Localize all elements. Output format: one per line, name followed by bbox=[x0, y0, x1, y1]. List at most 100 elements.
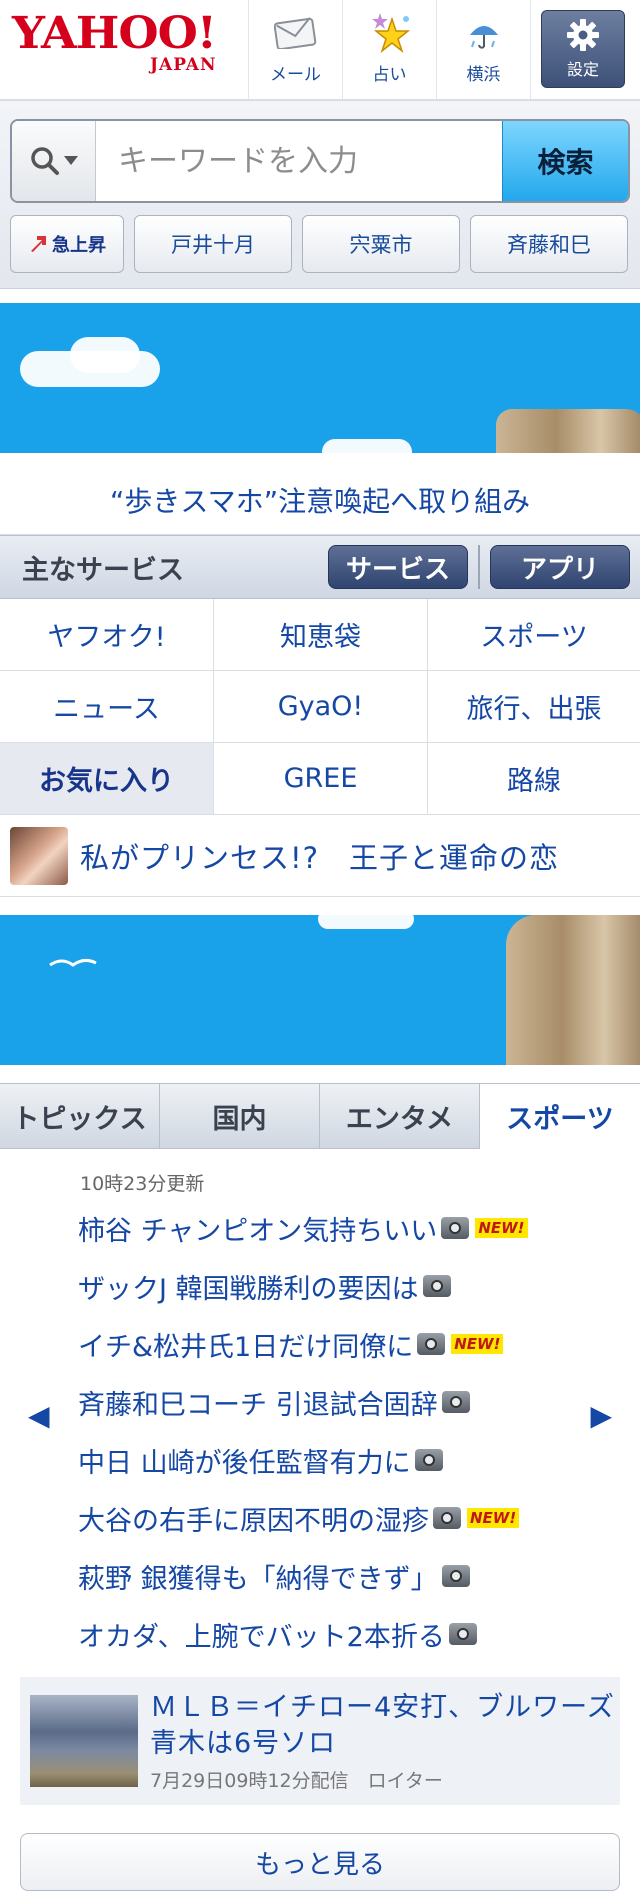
new-badge: NEW! bbox=[475, 1218, 528, 1238]
news-title: 斉藤和巳コーチ 引退試合固辞 bbox=[78, 1389, 438, 1421]
services-grid: ヤフオク! 知恵袋 スポーツ ニュース GyaO! 旅行、出張 お気に入り GR… bbox=[0, 599, 640, 815]
trending-keywords: 急上昇 戸井十月 宍粟市 斉藤和巳 bbox=[10, 215, 630, 273]
tab-domestic[interactable]: 国内 bbox=[160, 1083, 320, 1149]
sky-banner-top bbox=[0, 303, 640, 453]
service-link[interactable]: ニュース bbox=[0, 671, 214, 743]
services-header: 主なサービス サービス アプリ bbox=[0, 535, 640, 599]
news-item[interactable]: イチ&松井氏1日だけ同僚に NEW! bbox=[0, 1315, 640, 1373]
camera-icon bbox=[448, 1623, 477, 1645]
news-item[interactable]: オカダ、上腕でバット2本折る bbox=[0, 1605, 640, 1663]
tab-entertainment[interactable]: エンタメ bbox=[320, 1083, 480, 1149]
cliff-rock bbox=[506, 915, 640, 1065]
header: YAHOO! JAPAN メール 占い 横浜 設定 bbox=[0, 0, 640, 101]
settings-area: 設定 bbox=[530, 0, 634, 99]
service-link[interactable]: 旅行、出張 bbox=[428, 671, 640, 743]
sky-banner-bottom bbox=[0, 915, 640, 1065]
search-icon bbox=[30, 147, 59, 175]
gear-icon bbox=[567, 19, 599, 51]
cloud bbox=[70, 337, 140, 373]
updated-time: 10時23分更新 bbox=[80, 1173, 205, 1195]
search-button[interactable]: 検索 bbox=[502, 121, 628, 201]
news-title: 中日 山崎が後任監督有力に bbox=[78, 1447, 411, 1479]
news-item[interactable]: ザックJ 韓国戦勝利の要因は bbox=[0, 1257, 640, 1315]
chevron-down-icon bbox=[63, 156, 78, 165]
trending-button[interactable]: 急上昇 bbox=[10, 215, 124, 273]
news-item[interactable]: 柿谷 チャンピオン気持ちいい NEW! bbox=[0, 1199, 640, 1257]
cloud bbox=[318, 915, 414, 929]
camera-icon bbox=[433, 1507, 461, 1529]
settings-label: 設定 bbox=[566, 60, 599, 79]
next-arrow-icon[interactable]: ▶ bbox=[590, 1399, 612, 1432]
fortune-star-icon bbox=[368, 10, 412, 56]
trend-keyword[interactable]: 戸井十月 bbox=[134, 215, 292, 273]
logo-text: YAHOO! bbox=[12, 8, 217, 59]
service-link[interactable]: スポーツ bbox=[428, 599, 640, 671]
search-box: 検索 bbox=[10, 119, 630, 203]
tab-sports[interactable]: スポーツ bbox=[480, 1083, 640, 1149]
news-item[interactable]: 斉藤和巳コーチ 引退試合固辞 bbox=[0, 1373, 640, 1431]
featured-meta: 7月29日09時12分配信 ロイター bbox=[150, 1769, 443, 1792]
trend-keyword[interactable]: 斉藤和巳 bbox=[470, 215, 628, 273]
news-title: オカダ、上腕でバット2本折る bbox=[78, 1621, 445, 1653]
seagull-icon bbox=[49, 958, 97, 967]
news-title: イチ&松井氏1日だけ同僚に bbox=[78, 1331, 414, 1363]
weather-button[interactable]: 横浜 bbox=[436, 0, 530, 99]
new-badge: NEW! bbox=[451, 1334, 504, 1354]
featured-article[interactable]: ＭＬＢ＝イチロー4安打、ブルワーズ青木は6号ソロ 7月29日09時12分配信 ロ… bbox=[20, 1677, 620, 1805]
camera-icon bbox=[414, 1449, 443, 1471]
tab-topics[interactable]: トピックス bbox=[0, 1083, 160, 1149]
news-title: 柿谷 チャンピオン気持ちいい bbox=[78, 1215, 438, 1247]
news-title: 萩野 銀獲得も「納得できず」 bbox=[78, 1563, 438, 1595]
cloud bbox=[322, 439, 412, 453]
camera-icon bbox=[417, 1333, 446, 1355]
headline-link[interactable]: “歩きスマホ”注意喚起へ取り組み bbox=[0, 453, 640, 535]
tab-services[interactable]: サービス bbox=[328, 545, 468, 589]
weather-label: 横浜 bbox=[466, 65, 501, 85]
news-title: ザックJ 韓国戦勝利の要因は bbox=[78, 1273, 419, 1305]
promo-thumbnail bbox=[10, 826, 68, 885]
cliff-rock bbox=[496, 409, 640, 453]
settings-button[interactable]: 設定 bbox=[541, 10, 625, 88]
new-badge: NEW! bbox=[467, 1508, 520, 1528]
search-type-selector[interactable] bbox=[12, 121, 96, 201]
search-area: 検索 急上昇 戸井十月 宍粟市 斉藤和巳 bbox=[0, 101, 640, 289]
featured-title: ＭＬＢ＝イチロー4安打、ブルワーズ青木は6号ソロ bbox=[150, 1691, 615, 1759]
news-list: 10時23分更新 柿谷 チャンピオン気持ちいい NEW! ザックJ 韓国戦勝利の要… bbox=[0, 1149, 640, 1891]
service-link[interactable]: 知恵袋 bbox=[214, 599, 428, 671]
prev-arrow-icon[interactable]: ◀ bbox=[28, 1399, 50, 1432]
service-link[interactable]: GREE bbox=[214, 743, 428, 815]
mail-icon bbox=[273, 10, 318, 56]
featured-thumbnail bbox=[30, 1695, 138, 1787]
news-item[interactable]: 大谷の右手に原因不明の湿疹 NEW! bbox=[0, 1489, 640, 1547]
camera-icon bbox=[441, 1391, 470, 1413]
more-button[interactable]: もっと見る bbox=[20, 1833, 620, 1891]
mail-label: メール bbox=[270, 65, 321, 85]
trend-up-arrow-icon bbox=[31, 236, 46, 252]
camera-icon bbox=[441, 1217, 470, 1239]
camera-icon bbox=[422, 1275, 451, 1297]
camera-icon bbox=[441, 1565, 470, 1587]
news-title: 大谷の右手に原因不明の湿疹 bbox=[78, 1505, 429, 1537]
promo-text: 私がプリンセス!? 王子と運命の恋 bbox=[80, 840, 560, 875]
promo-link[interactable]: 私がプリンセス!? 王子と運命の恋 bbox=[0, 815, 640, 897]
service-link[interactable]: ヤフオク! bbox=[0, 599, 214, 671]
fortune-label: 占い bbox=[372, 65, 407, 85]
tab-divider bbox=[478, 545, 480, 589]
service-link[interactable]: GyaO! bbox=[214, 671, 428, 743]
yahoo-logo[interactable]: YAHOO! JAPAN bbox=[0, 0, 248, 99]
news-item[interactable]: 萩野 銀獲得も「納得できず」 bbox=[0, 1547, 640, 1605]
topic-tabs: トピックス 国内 エンタメ スポーツ bbox=[0, 1083, 640, 1149]
mail-button[interactable]: メール bbox=[248, 0, 342, 99]
fortune-button[interactable]: 占い bbox=[342, 0, 436, 99]
tab-apps[interactable]: アプリ bbox=[490, 545, 630, 589]
search-input[interactable] bbox=[96, 121, 502, 201]
weather-umbrella-icon bbox=[464, 10, 504, 56]
yahoo-japan-mobile-page: YAHOO! JAPAN メール 占い 横浜 設定 キーワードを入力 検索 急上… bbox=[0, 0, 640, 1892]
trend-keyword[interactable]: 宍粟市 bbox=[302, 215, 460, 273]
service-link[interactable]: 路線 bbox=[428, 743, 640, 815]
favorites-link[interactable]: お気に入り bbox=[0, 743, 214, 815]
services-title: 主なサービス bbox=[22, 554, 184, 586]
featured-text: ＭＬＢ＝イチロー4安打、ブルワーズ青木は6号ソロ 7月29日09時12分配信 ロ… bbox=[150, 1690, 620, 1793]
news-item[interactable]: 中日 山崎が後任監督有力に bbox=[0, 1431, 640, 1489]
trending-label: 急上昇 bbox=[52, 235, 106, 256]
